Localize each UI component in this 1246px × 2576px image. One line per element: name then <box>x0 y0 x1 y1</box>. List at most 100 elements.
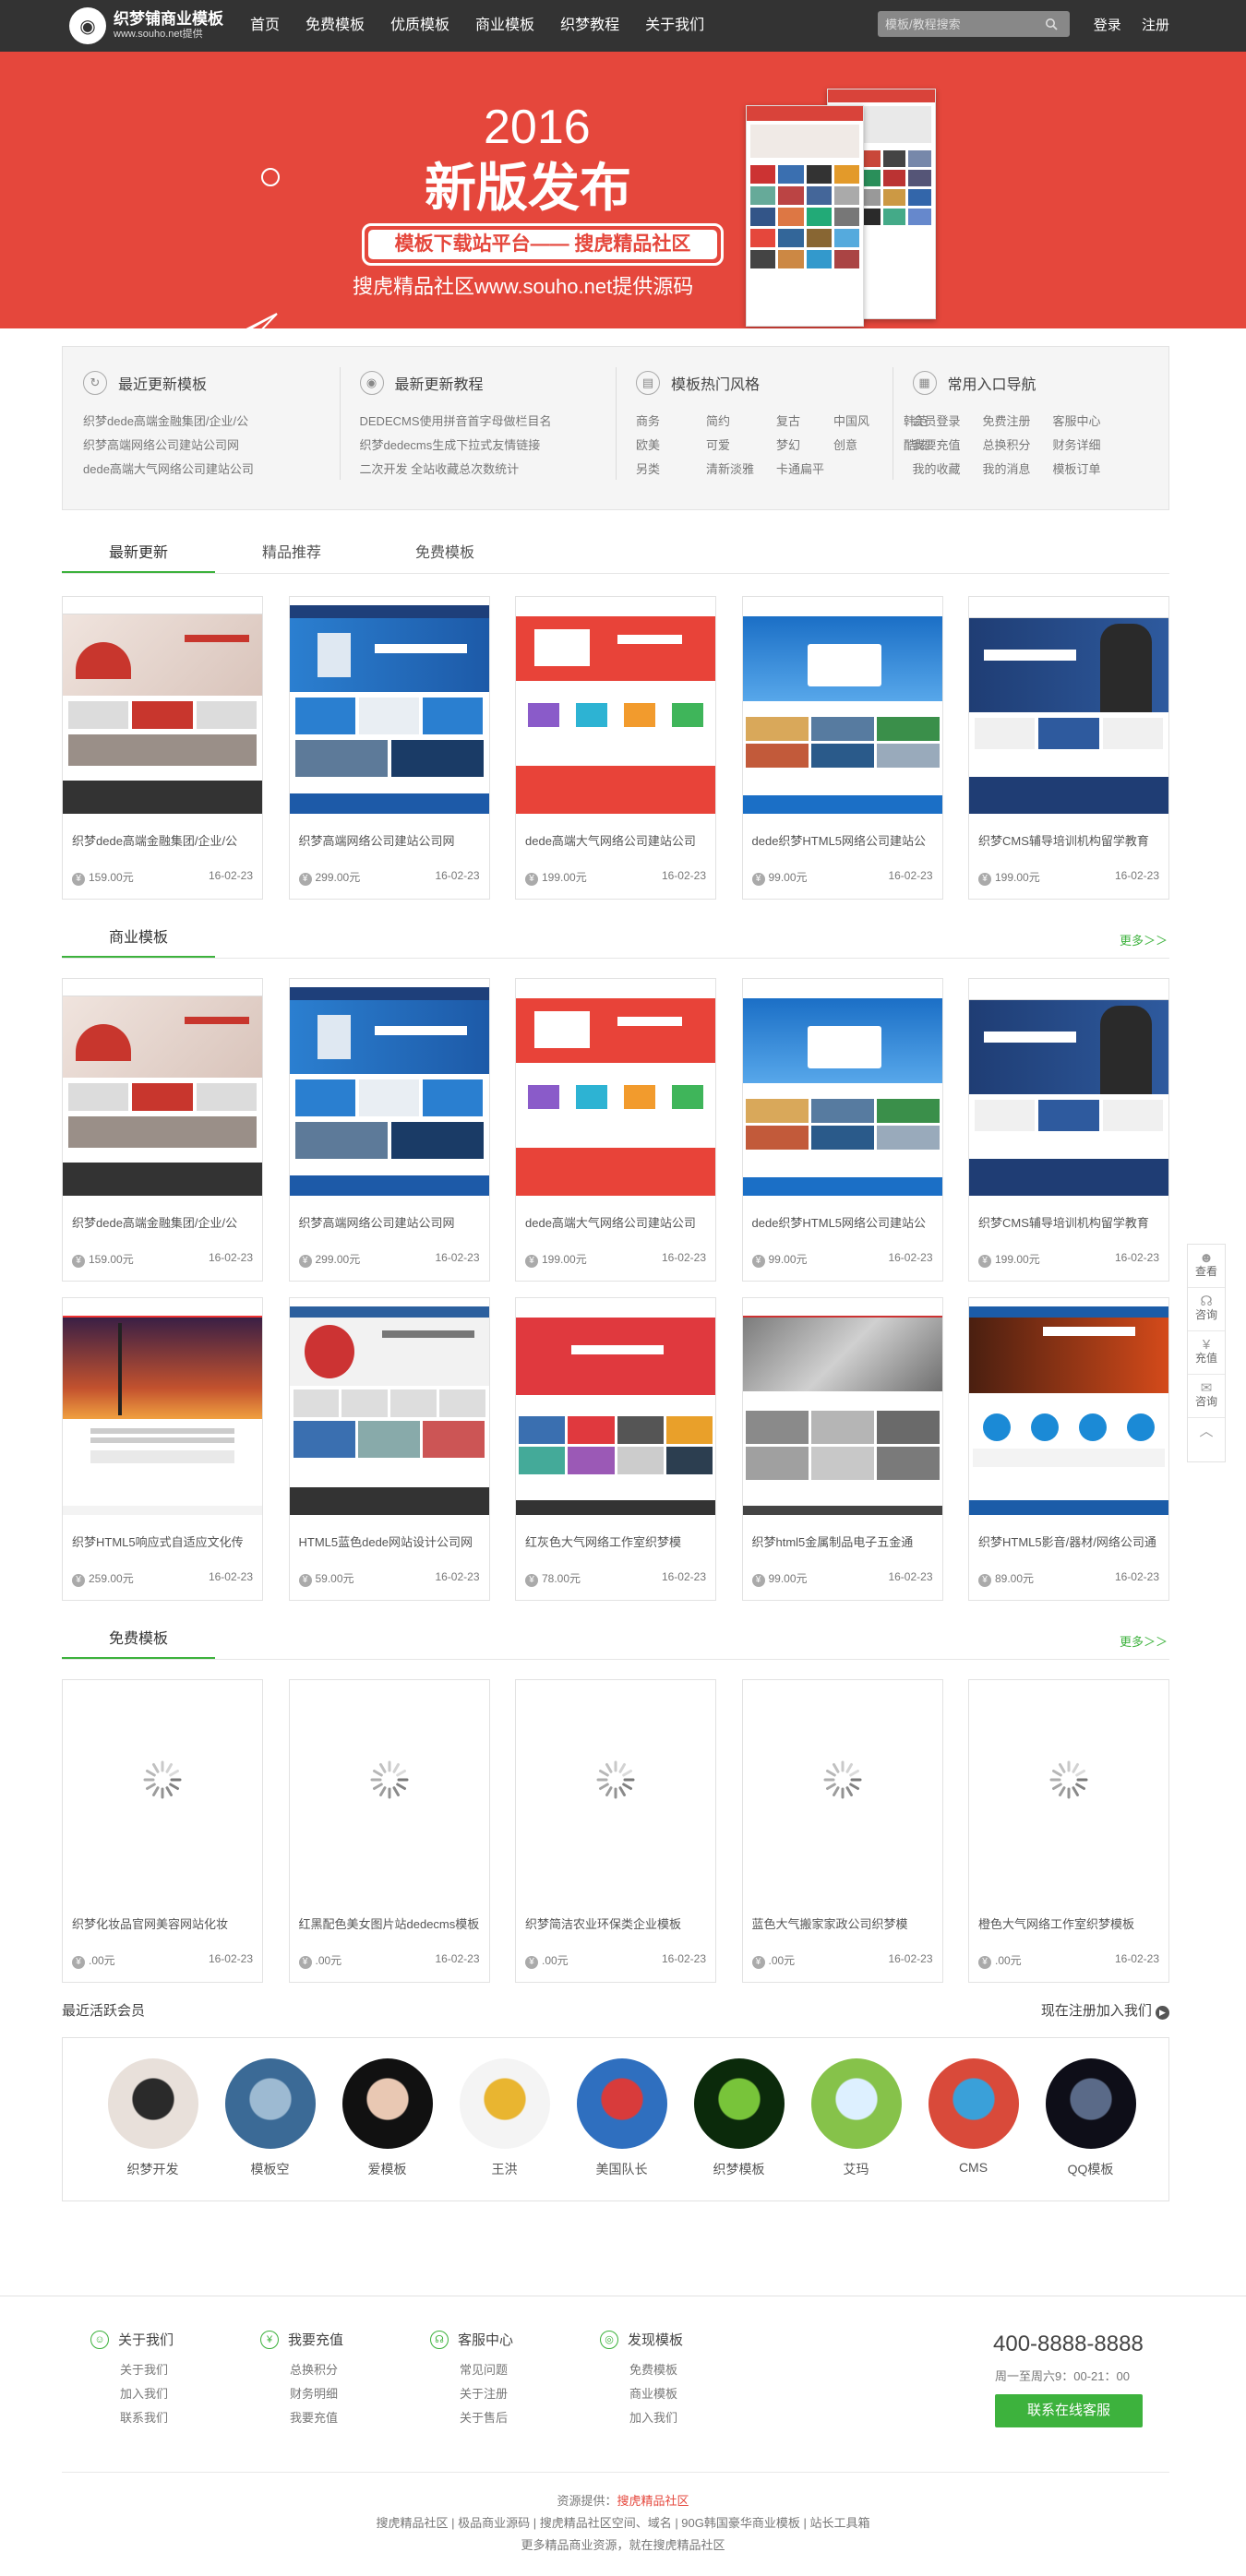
template-card[interactable]: 蓝色大气搬家家政公司织梦模 ¥ .00元 16-02-23 <box>741 1679 943 1983</box>
template-card[interactable]: 红灰色大气网络工作室织梦模 ¥78.00元 16-02-23 <box>515 1297 716 1601</box>
template-title[interactable]: 织梦化妆品官网美容网站化妆 <box>63 1915 262 1934</box>
avatar[interactable] <box>459 2058 550 2149</box>
template-title[interactable]: HTML5蓝色dede网站设计公司网 <box>290 1533 489 1552</box>
member-item[interactable]: 爱模板 <box>329 2058 446 2200</box>
source-link[interactable]: 搜虎精品社区 <box>617 2494 689 2508</box>
template-thumbnail[interactable] <box>516 987 715 1196</box>
quick-link[interactable]: DEDECMS使用拼音首字母做栏目名 <box>360 410 617 434</box>
quick-link[interactable]: dede高端大气网络公司建站公司 <box>83 458 340 482</box>
login-link[interactable]: 登录 <box>1094 18 1121 33</box>
footer-link[interactable]: 关于我们 <box>90 2358 260 2382</box>
style-link[interactable]: 简约 <box>706 410 776 434</box>
template-title[interactable]: dede高端大气网络公司建站公司 <box>516 832 715 851</box>
footer-link[interactable]: 联系我们 <box>90 2406 260 2430</box>
style-link[interactable]: 另类 <box>636 458 706 482</box>
entry-link[interactable]: 模板订单 <box>1053 458 1123 482</box>
template-card[interactable]: 橙色大气网络工作室织梦模板 ¥ .00元 16-02-23 <box>968 1679 1169 1983</box>
template-thumbnail[interactable] <box>290 1688 489 1897</box>
footer-link[interactable]: 商业模板 <box>600 2382 770 2406</box>
template-card[interactable]: 织梦高端网络公司建站公司网 ¥299.00元 16-02-23 <box>288 978 490 1282</box>
template-thumbnail[interactable] <box>969 1688 1168 1897</box>
site-logo[interactable]: ◉ 织梦铺商业模板 www.souho.net提供 <box>69 7 250 44</box>
member-name[interactable]: 织梦开发 <box>94 2160 211 2178</box>
footer-link[interactable]: 我要充值 <box>260 2406 430 2430</box>
member-name[interactable]: 王洪 <box>446 2160 563 2178</box>
member-item[interactable]: 模板空 <box>211 2058 329 2200</box>
template-card[interactable]: dede高端大气网络公司建站公司 ¥199.00元 16-02-23 <box>515 978 716 1282</box>
entry-link[interactable]: 会员登录 <box>913 410 983 434</box>
avatar[interactable] <box>224 2058 316 2149</box>
join-us-link[interactable]: 现在注册加入我们 ▶ <box>1041 2000 1169 2020</box>
quick-link[interactable]: 织梦dede高端金融集团/企业/公 <box>83 410 340 434</box>
member-item[interactable]: 艾玛 <box>797 2058 915 2200</box>
footer-link[interactable]: 关于注册 <box>430 2382 600 2406</box>
template-card[interactable]: 织梦CMS辅导培训机构留学教育 ¥199.00元 16-02-23 <box>968 596 1169 900</box>
quick-link[interactable]: 二次开发 全站收藏总次数统计 <box>360 458 617 482</box>
template-card[interactable]: HTML5蓝色dede网站设计公司网 ¥59.00元 16-02-23 <box>288 1297 490 1601</box>
template-card[interactable]: dede高端大气网络公司建站公司 ¥199.00元 16-02-23 <box>515 596 716 900</box>
template-card[interactable]: 织梦高端网络公司建站公司网 ¥299.00元 16-02-23 <box>288 596 490 900</box>
template-card[interactable]: dede织梦HTML5网络公司建站公 ¥99.00元 16-02-23 <box>741 596 943 900</box>
nav-business-templates[interactable]: 商业模板 <box>475 0 534 52</box>
entry-link[interactable]: 财务详细 <box>1053 434 1123 458</box>
tab-free[interactable]: 免费模板 <box>368 533 521 573</box>
member-name[interactable]: 美国队长 <box>563 2160 680 2178</box>
template-thumbnail[interactable] <box>289 1306 489 1515</box>
member-item[interactable]: 织梦模板 <box>680 2058 797 2200</box>
member-item[interactable]: QQ模板 <box>1032 2058 1149 2200</box>
tab-latest[interactable]: 最新更新 <box>62 533 215 573</box>
template-title[interactable]: 织梦简洁农业环保类企业模板 <box>516 1915 715 1934</box>
template-thumbnail[interactable] <box>63 1688 262 1897</box>
template-title[interactable]: 蓝色大气搬家家政公司织梦模 <box>743 1915 942 1934</box>
template-card[interactable]: dede织梦HTML5网络公司建站公 ¥99.00元 16-02-23 <box>741 978 943 1282</box>
template-card[interactable]: 织梦CMS辅导培训机构留学教育 ¥199.00元 16-02-23 <box>968 978 1169 1282</box>
entry-link[interactable]: 我的消息 <box>983 458 1053 482</box>
footer-link[interactable]: 财务明细 <box>260 2382 430 2406</box>
search-icon[interactable] <box>1039 12 1063 36</box>
avatar[interactable] <box>693 2058 785 2149</box>
template-thumbnail[interactable] <box>516 1688 715 1897</box>
template-thumbnail[interactable] <box>516 1306 715 1515</box>
member-item[interactable]: 王洪 <box>446 2058 563 2200</box>
style-link[interactable]: 欧美 <box>636 434 706 458</box>
template-title[interactable]: 红灰色大气网络工作室织梦模 <box>516 1533 715 1552</box>
template-title[interactable]: 织梦HTML5响应式自适应文化传 <box>63 1533 262 1552</box>
footer-link[interactable]: 关于售后 <box>430 2406 600 2430</box>
template-title[interactable]: 红黑配色美女图片站dedecms模板 <box>290 1915 489 1934</box>
template-card[interactable]: 织梦简洁农业环保类企业模板 ¥ .00元 16-02-23 <box>515 1679 716 1983</box>
member-item[interactable]: 织梦开发 <box>94 2058 211 2200</box>
template-thumbnail[interactable] <box>969 987 1168 1196</box>
sidebar-button[interactable]: ☻ 查看 <box>1188 1245 1225 1288</box>
entry-link[interactable]: 我要充值 <box>913 434 983 458</box>
nav-home[interactable]: 首页 <box>250 0 280 52</box>
template-card[interactable]: 织梦dede高端金融集团/企业/公 ¥159.00元 16-02-23 <box>62 978 263 1282</box>
style-link[interactable]: 商务 <box>636 410 706 434</box>
sidebar-button[interactable]: ☊ 咨询 <box>1188 1288 1225 1331</box>
member-name[interactable]: 模板空 <box>211 2160 329 2178</box>
template-title[interactable]: 织梦dede高端金融集团/企业/公 <box>63 1214 262 1233</box>
template-thumbnail[interactable] <box>742 987 942 1196</box>
template-thumbnail[interactable] <box>289 987 489 1196</box>
footer-link[interactable]: 总换积分 <box>260 2358 430 2382</box>
member-item[interactable]: CMS <box>915 2058 1032 2200</box>
tab-featured[interactable]: 精品推荐 <box>215 533 368 573</box>
template-card[interactable]: 红黑配色美女图片站dedecms模板 ¥ .00元 16-02-23 <box>288 1679 490 1983</box>
template-card[interactable]: 织梦html5金属制品电子五金通 ¥99.00元 16-02-23 <box>741 1297 943 1601</box>
hero-banner[interactable]: 2016 新版发布 模板下载站平台—— 搜虎精品社区 搜虎精品社区www.sou… <box>0 52 1246 328</box>
template-title[interactable]: 织梦dede高端金融集团/企业/公 <box>63 832 262 851</box>
avatar[interactable] <box>1045 2058 1136 2149</box>
template-title[interactable]: 织梦html5金属制品电子五金通 <box>743 1533 942 1552</box>
sidebar-button[interactable]: ✉ 咨询 <box>1188 1375 1225 1418</box>
template-title[interactable]: 织梦高端网络公司建站公司网 <box>290 1214 489 1233</box>
template-thumbnail[interactable] <box>743 1688 942 1897</box>
member-name[interactable]: QQ模板 <box>1032 2160 1149 2178</box>
nav-tutorials[interactable]: 织梦教程 <box>560 0 619 52</box>
member-name[interactable]: CMS <box>915 2160 1032 2175</box>
footer-links-line[interactable]: 搜虎精品社区 | 极品商业源码 | 搜虎精品社区空间、域名 | 90G韩国豪华商… <box>0 2512 1246 2534</box>
entry-link[interactable]: 总换积分 <box>983 434 1053 458</box>
member-name[interactable]: 织梦模板 <box>680 2160 797 2178</box>
template-thumbnail[interactable] <box>969 605 1168 814</box>
entry-link[interactable]: 客服中心 <box>1053 410 1123 434</box>
entry-link[interactable]: 免费注册 <box>983 410 1053 434</box>
style-link[interactable]: 清新淡雅 <box>706 458 776 482</box>
